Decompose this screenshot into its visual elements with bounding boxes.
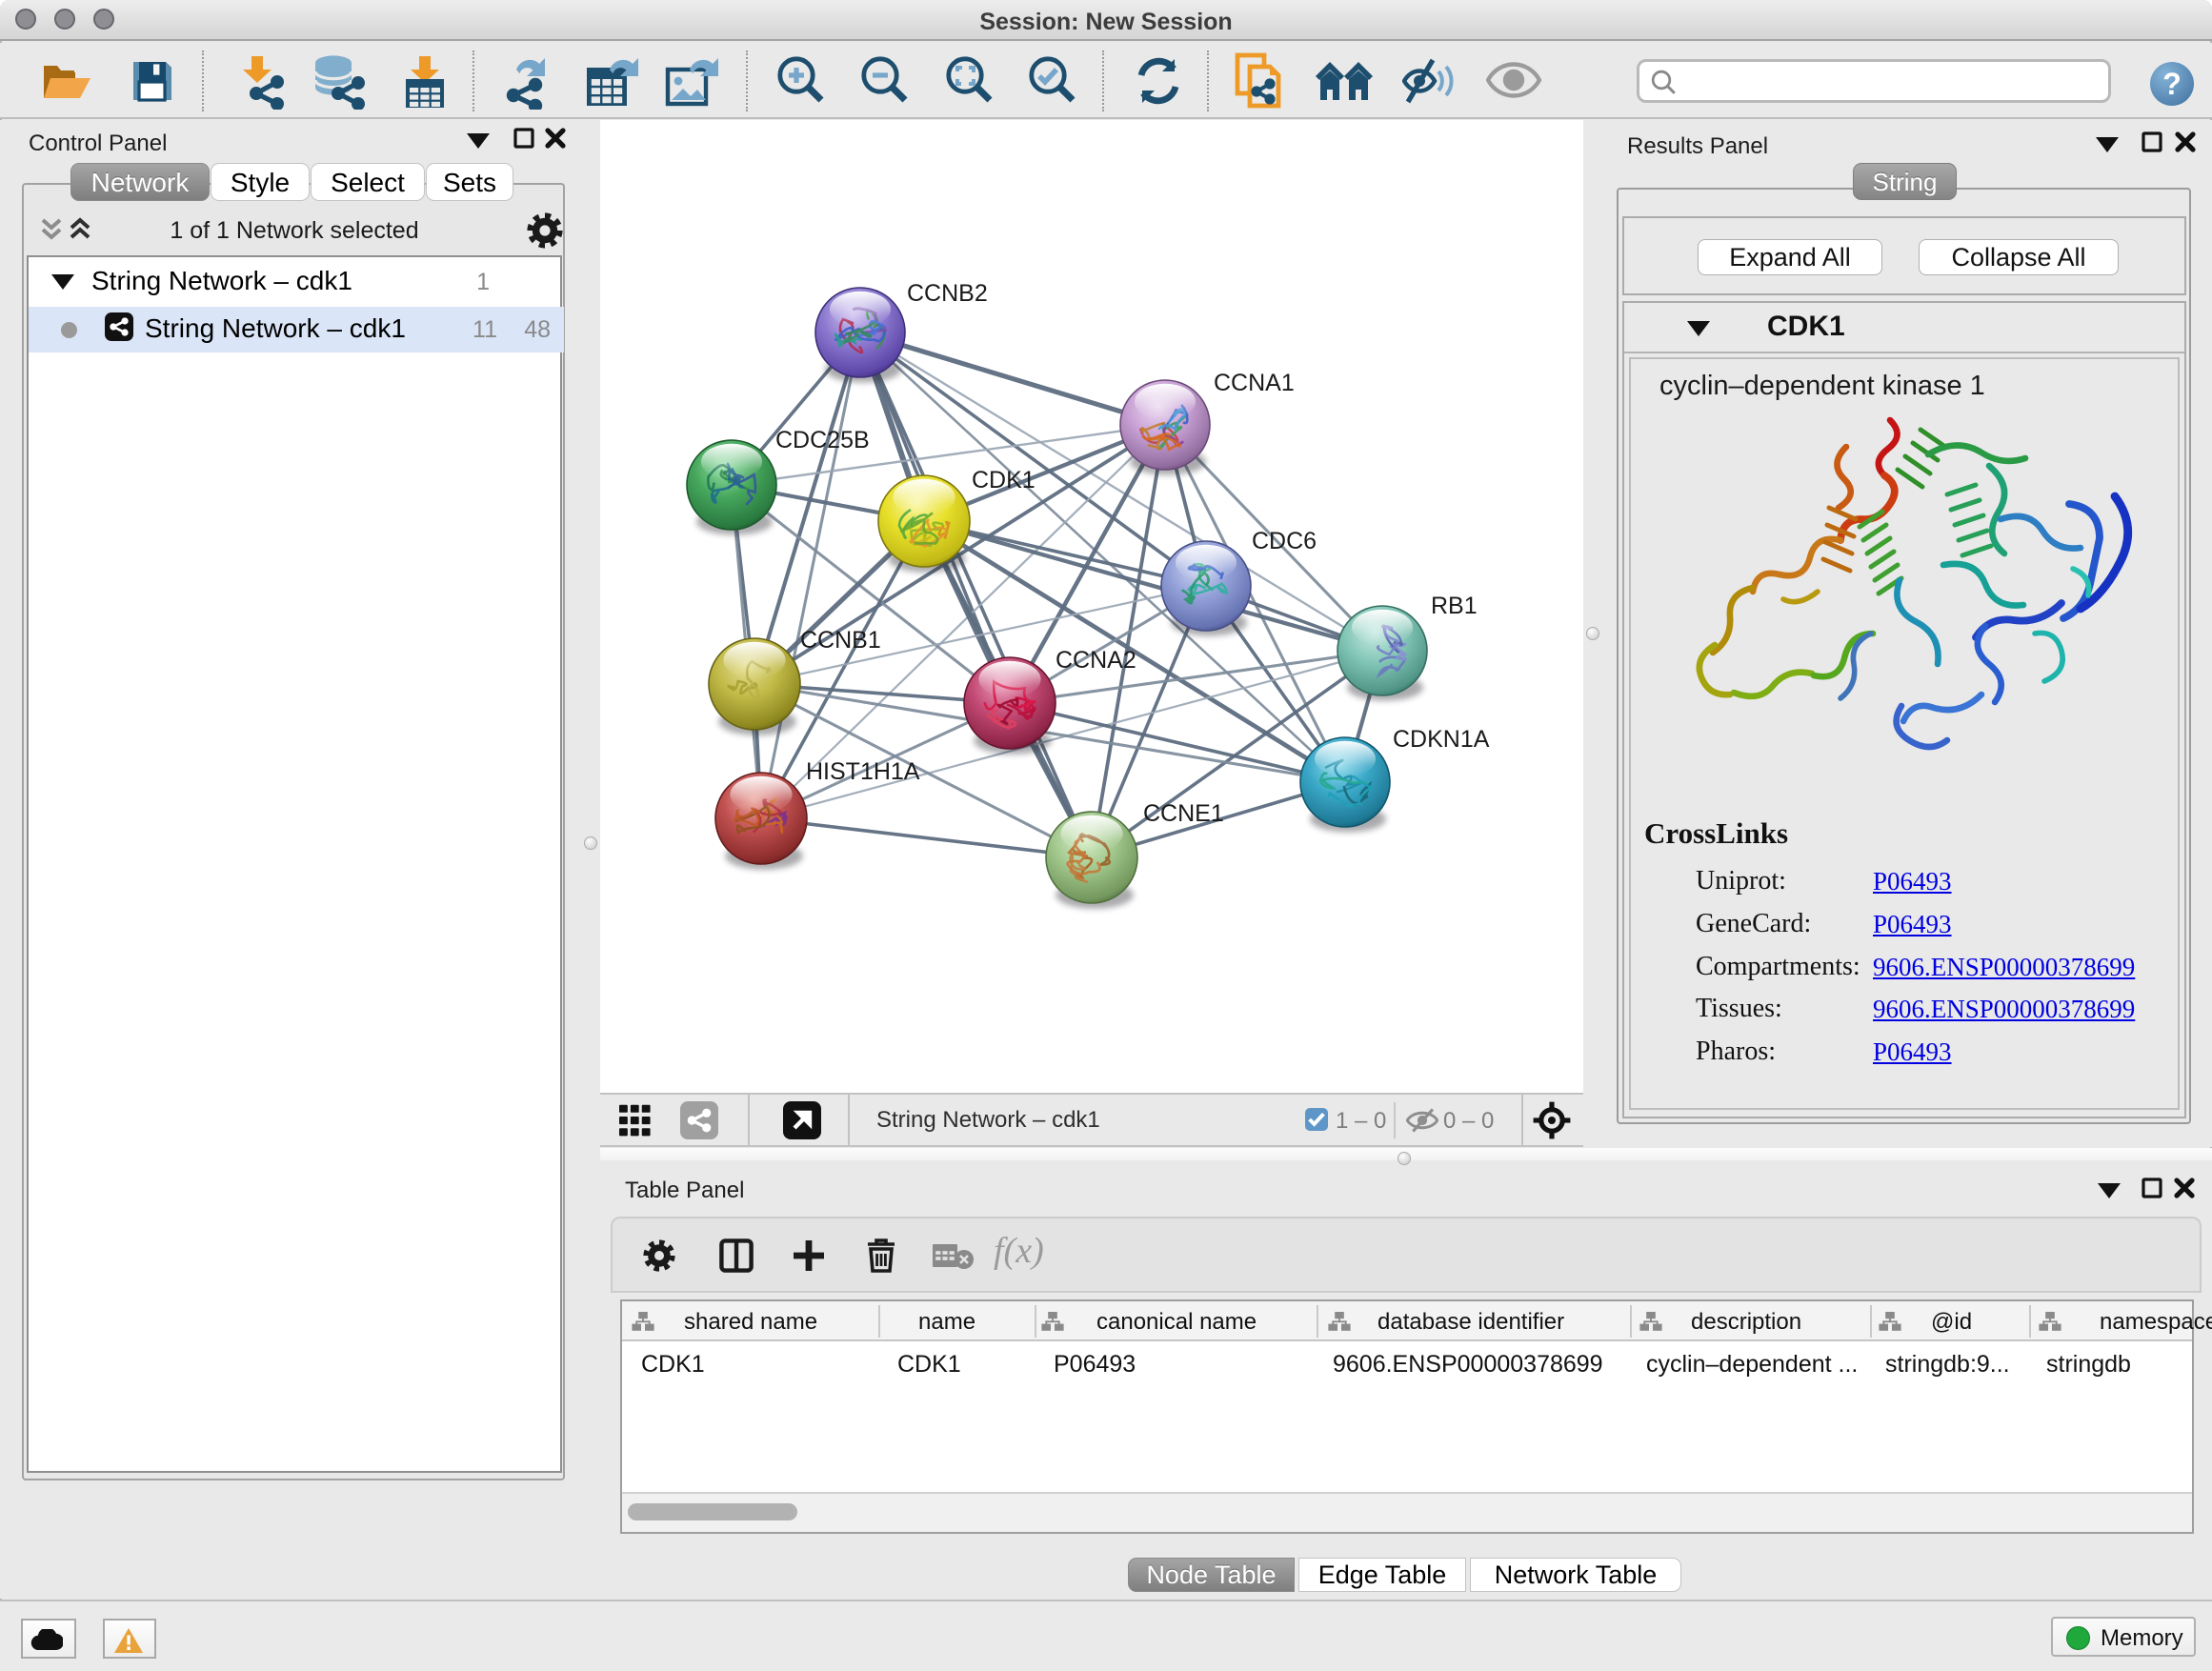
svg-text:CDC6: CDC6: [1252, 528, 1317, 554]
svg-text:CDKN1A: CDKN1A: [1393, 726, 1490, 753]
svg-text:CCNA1: CCNA1: [1214, 370, 1295, 396]
svg-text:CCNB1: CCNB1: [800, 627, 881, 654]
svg-text:HIST1H1A: HIST1H1A: [806, 758, 920, 785]
svg-text:CCNE1: CCNE1: [1143, 800, 1224, 827]
svg-text:CCNB2: CCNB2: [907, 280, 988, 307]
svg-text:CDC25B: CDC25B: [775, 427, 870, 453]
svg-text:RB1: RB1: [1431, 593, 1478, 619]
svg-text:CDK1: CDK1: [972, 467, 1036, 493]
svg-text:CCNA2: CCNA2: [1056, 647, 1136, 674]
